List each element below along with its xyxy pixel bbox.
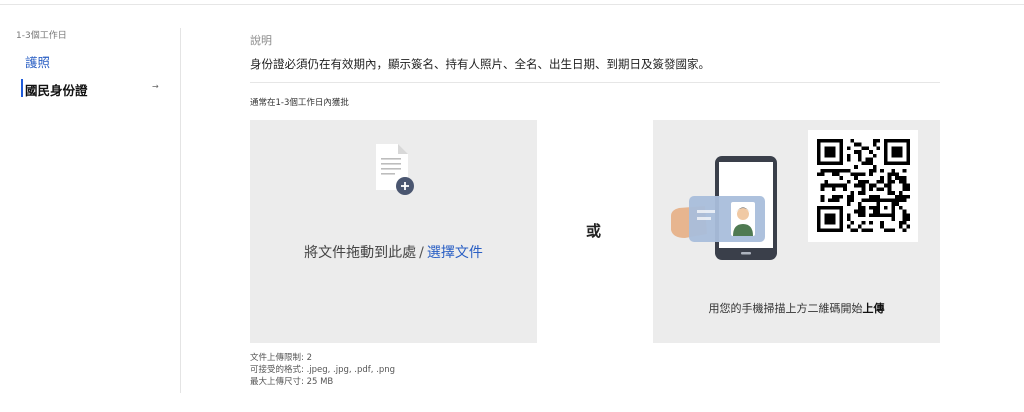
file-dropzone[interactable]: 將文件拖動到此處 / 選擇文件 [250,120,537,343]
description-text: 身份證必須仍在有效期內，顯示簽名、持有人照片、全名、出生日期、到期日及簽發國家。 [250,57,710,71]
qr-instruction-bold: 上傳 [862,302,885,315]
approval-note: 通常在1-3個工作日內獲批 [250,98,349,108]
description-divider [250,82,940,83]
description-label: 說明 [250,34,272,47]
phone-scan-illustration [671,156,777,260]
choose-file-link[interactable]: 選擇文件 [427,245,483,261]
arrow-right-icon: → [152,82,159,91]
qr-code-icon [817,139,910,232]
upload-limit-count: 文件上傳限制: 2 [250,353,312,363]
sidebar: 1-3個工作日 護照 國民身份證 → [0,0,181,412]
sidebar-active-indicator [21,79,23,97]
dropzone-text: 將文件拖動到此處 / 選擇文件 [250,242,537,262]
dropzone-drag-text: 將文件拖動到此處 [304,245,417,261]
qr-upload-panel: 用您的手機掃描上方二維碼開始上傳 [653,120,940,343]
or-label: 或 [586,222,602,240]
upload-limit-formats: 可接受的格式: .jpeg, .jpg, .pdf, .png [250,365,396,375]
qr-instruction-text: 用您的手機掃描上方二維碼開始 [708,302,863,315]
sidebar-item-national-id[interactable]: 國民身份證 [25,80,88,99]
sidebar-item-passport[interactable]: 護照 [25,52,50,71]
upload-limit-size: 最大上傳尺寸: 25 MB [250,377,334,387]
sidebar-group-label: 1-3個工作日 [16,31,67,41]
qr-instruction: 用您的手機掃描上方二維碼開始上傳 [653,300,940,316]
document-add-icon [376,144,414,195]
sidebar-divider [180,28,181,393]
dropzone-separator: / [419,245,424,261]
qr-code [808,130,918,242]
upload-limits: 文件上傳限制: 2 可接受的格式: .jpeg, .jpg, .pdf, .pn… [250,352,395,388]
